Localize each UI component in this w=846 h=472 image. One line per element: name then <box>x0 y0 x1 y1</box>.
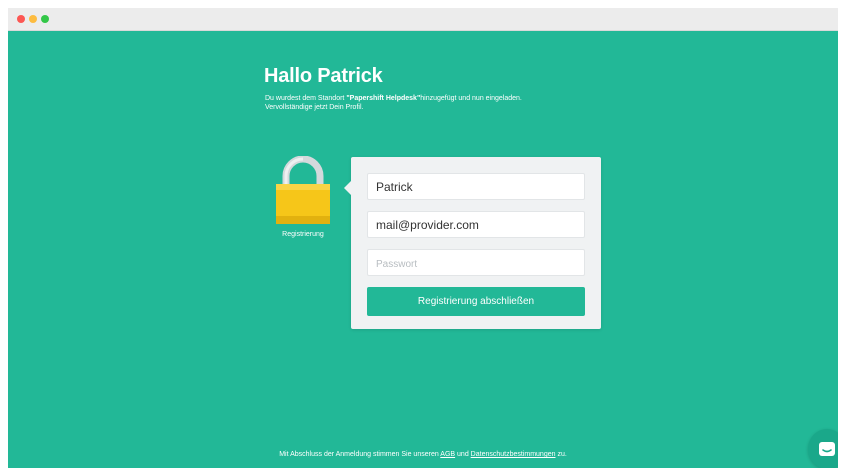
intro-line-2: Vervollständige jetzt Dein Profil. <box>265 104 364 111</box>
agb-link[interactable]: AGB <box>440 451 455 458</box>
minimize-window-button[interactable] <box>29 15 37 23</box>
intro-line-1: Du wurdest dem Standort "Papershift Help… <box>265 94 605 103</box>
chat-launcher-button[interactable] <box>808 429 838 468</box>
intro-text: Du wurdest dem Standort "Papershift Help… <box>265 94 605 112</box>
padlock-icon <box>276 156 330 224</box>
registration-page: Hallo Patrick Du wurdest dem Standort "P… <box>8 31 838 468</box>
intro-suffix: hinzugefügt und nun eingeladen. <box>420 95 522 102</box>
intro-prefix: Du wurdest dem Standort <box>265 95 347 102</box>
email-field[interactable] <box>367 211 585 238</box>
terms-notice: Mit Abschluss der Anmeldung stimmen Sie … <box>158 451 688 458</box>
name-field[interactable] <box>367 173 585 200</box>
complete-registration-button[interactable]: Registrierung abschließen <box>367 287 585 316</box>
chat-icon <box>819 442 835 456</box>
intro-location: "Papershift Helpdesk" <box>346 95 421 102</box>
privacy-policy-link[interactable]: Datenschutzbestimmungen <box>471 451 556 458</box>
close-window-button[interactable] <box>17 15 25 23</box>
terms-suffix: zu. <box>555 451 567 458</box>
window-titlebar <box>8 8 838 31</box>
terms-middle: und <box>455 451 471 458</box>
terms-prefix: Mit Abschluss der Anmeldung stimmen Sie … <box>279 451 441 458</box>
maximize-window-button[interactable] <box>41 15 49 23</box>
registration-form: Registrierung abschließen <box>344 157 601 329</box>
page-title: Hallo Patrick <box>264 65 383 87</box>
card-pointer <box>344 181 351 195</box>
browser-window: Hallo Patrick Du wurdest dem Standort "P… <box>8 8 838 468</box>
password-field[interactable] <box>367 249 585 276</box>
registration-step-label: Registrierung <box>282 231 324 238</box>
